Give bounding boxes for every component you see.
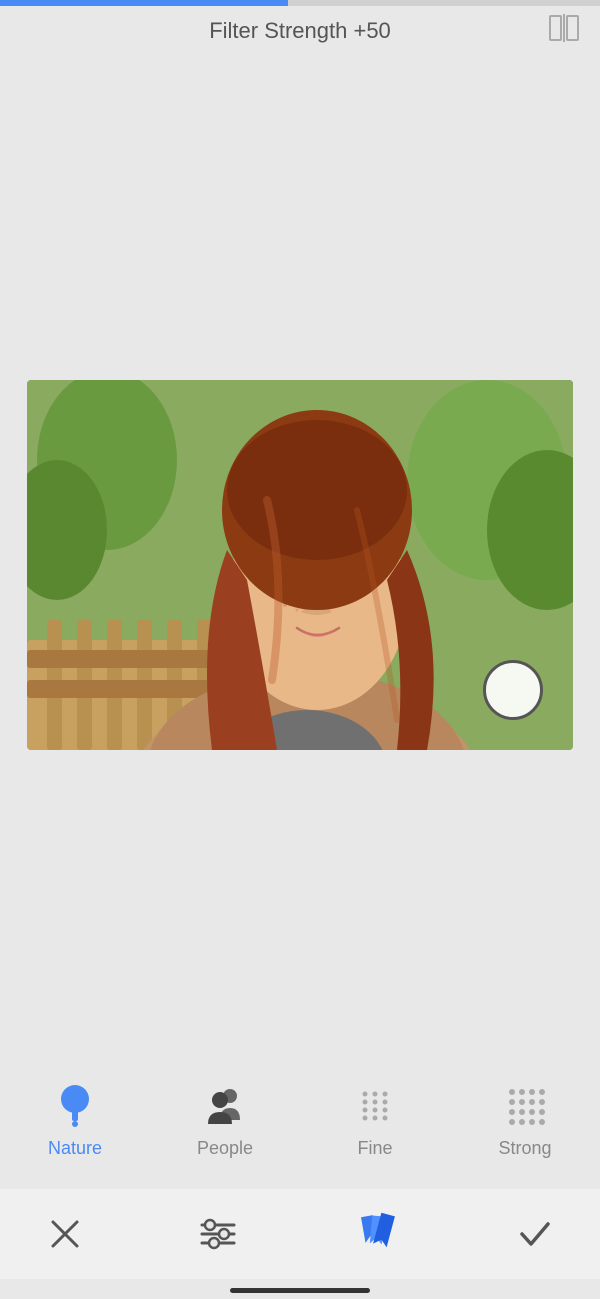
tab-people-label: People <box>197 1138 253 1159</box>
home-indicator <box>230 1288 370 1293</box>
tab-nature-label: Nature <box>48 1138 102 1159</box>
fine-icon <box>350 1080 400 1130</box>
filter-strength-label: Filter Strength +50 <box>20 18 580 44</box>
tab-strong-label: Strong <box>498 1138 551 1159</box>
tab-fine-label: Fine <box>357 1138 392 1159</box>
main-image <box>27 380 573 750</box>
tab-strong[interactable]: Strong <box>450 1080 600 1159</box>
strong-icon <box>500 1080 550 1130</box>
tab-nature[interactable]: Nature <box>0 1080 150 1159</box>
filter-strength-row: Filter Strength +50 <box>0 18 600 44</box>
adjustments-button[interactable] <box>193 1209 243 1259</box>
nature-icon <box>50 1080 100 1130</box>
compare-icon[interactable] <box>548 12 580 51</box>
filter-bookmarks-button[interactable] <box>347 1204 407 1264</box>
tab-fine[interactable]: Fine <box>300 1080 450 1159</box>
progress-bar-container <box>0 0 600 6</box>
tab-people[interactable]: People <box>150 1080 300 1159</box>
people-icon <box>200 1080 250 1130</box>
drag-handle[interactable] <box>483 660 543 720</box>
action-bar <box>0 1189 600 1279</box>
confirm-button[interactable] <box>510 1209 560 1259</box>
cancel-button[interactable] <box>40 1209 90 1259</box>
progress-bar-fill <box>0 0 288 6</box>
tab-bar: Nature People <box>0 1059 600 1179</box>
